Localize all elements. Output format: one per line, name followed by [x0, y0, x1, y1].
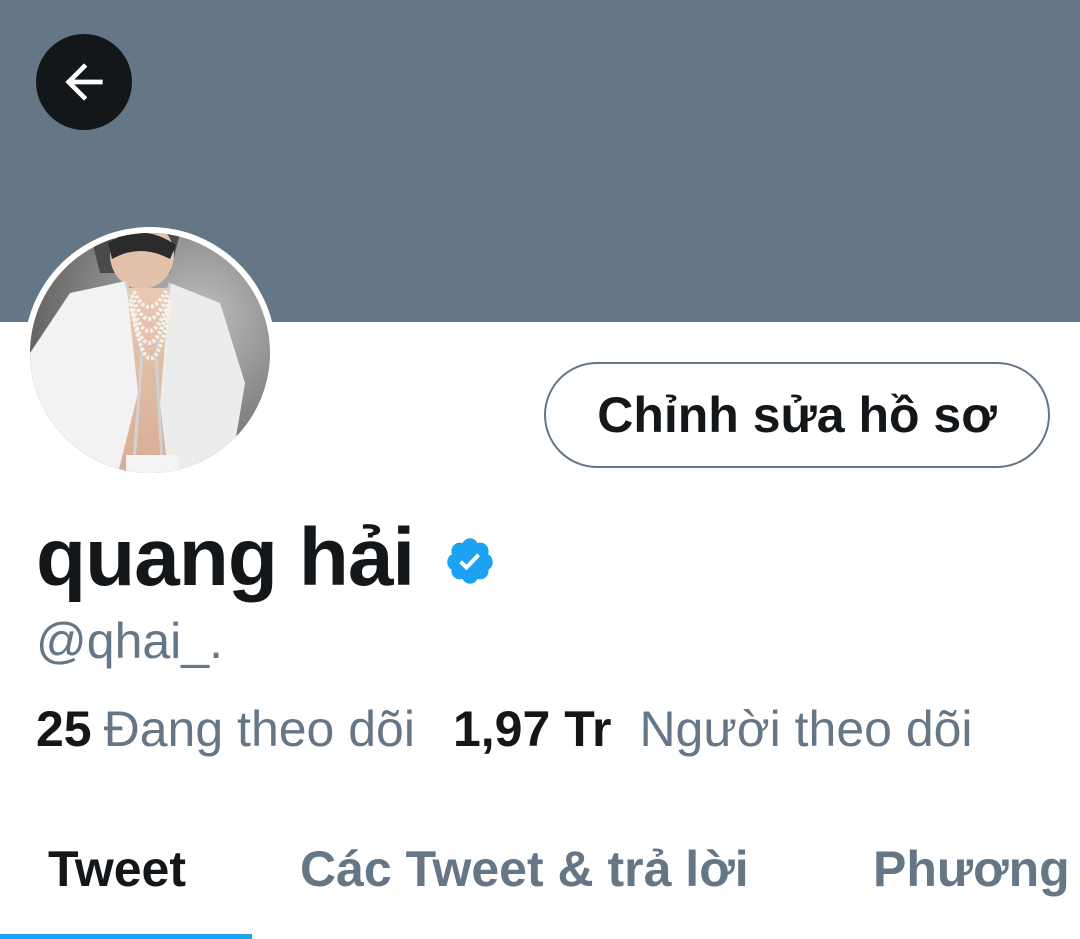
- arrow-left-icon: [65, 63, 103, 101]
- tab-tweets-and-replies[interactable]: Các Tweet & trả lời: [300, 830, 749, 939]
- following-label: Đang theo dõi: [103, 701, 415, 757]
- tab-tweets[interactable]: Tweet: [48, 830, 186, 939]
- profile-stats: 25 Đang theo dõi 1,97 Tr Người theo dõi: [36, 700, 973, 758]
- followers-label: Người theo dõi: [639, 701, 973, 757]
- followers-count: 1,97 Tr: [452, 701, 612, 757]
- profile-tabs: Tweet Các Tweet & trả lời Phương: [0, 830, 1080, 939]
- avatar[interactable]: [24, 227, 276, 479]
- active-tab-indicator: [0, 934, 252, 939]
- following-count: 25: [36, 701, 92, 757]
- edit-profile-button[interactable]: Chỉnh sửa hồ sơ: [544, 362, 1050, 468]
- verified-badge-icon: [447, 538, 493, 584]
- profile-handle: @qhai_.: [36, 613, 223, 669]
- followers-stat[interactable]: 1,97 Tr Người theo dõi: [453, 700, 973, 758]
- following-stat[interactable]: 25 Đang theo dõi: [36, 700, 415, 758]
- profile-page: Chỉnh sửa hồ sơ quang hải @qhai_. 25 Đan…: [0, 0, 1080, 939]
- avatar-image: [30, 233, 270, 473]
- tab-media[interactable]: Phương: [873, 830, 1070, 939]
- profile-name-row: quang hải: [36, 510, 496, 606]
- back-button[interactable]: [36, 34, 132, 130]
- profile-name: quang hải: [36, 512, 415, 603]
